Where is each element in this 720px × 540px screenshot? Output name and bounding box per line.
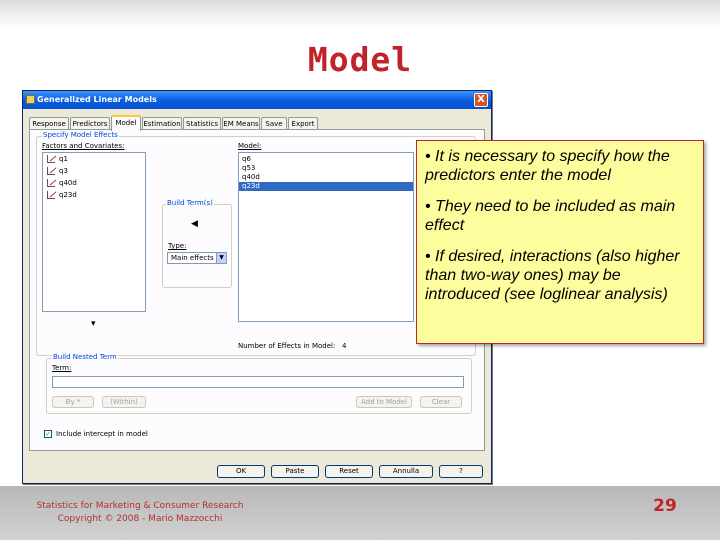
dialog-title: Generalized Linear Models — [37, 95, 157, 104]
add-to-model-button[interactable]: Add to Model — [356, 396, 412, 408]
reset-button[interactable]: Reset — [325, 465, 373, 478]
list-item[interactable]: q3 — [43, 165, 145, 177]
by-button[interactable]: By * — [52, 396, 94, 408]
factors-list[interactable]: q1 q3 q40d q23d — [42, 152, 146, 312]
scale-variable-icon — [47, 155, 55, 163]
list-item[interactable]: q1 — [43, 153, 145, 165]
list-item[interactable]: q53 — [239, 164, 413, 173]
factors-label: Factors and Covariates: — [42, 142, 125, 150]
list-item-selected[interactable]: q23d — [239, 182, 413, 191]
scale-variable-icon — [47, 191, 55, 199]
list-item[interactable]: q40d — [239, 173, 413, 182]
type-select[interactable]: Main effects ▼ — [167, 252, 227, 264]
footer-line-1: Statistics for Marketing & Consumer Rese… — [36, 501, 244, 511]
type-label: Type: — [168, 242, 187, 250]
term-input[interactable] — [52, 376, 464, 388]
page-number: 29 — [653, 496, 677, 516]
chevron-down-icon[interactable]: ▼ — [216, 253, 226, 263]
dialog-titlebar[interactable]: Generalized Linear Models — [23, 91, 491, 109]
within-button[interactable]: (Within) — [102, 396, 146, 408]
explanation-callout: • It is necessary to specify how the pre… — [416, 140, 704, 344]
footer-line-2: Copyright © 2008 - Mario Mazzocchi — [57, 514, 223, 524]
scale-variable-icon — [47, 179, 55, 187]
cancel-button[interactable]: Annulla — [379, 465, 433, 478]
callout-bullet: • If desired, interactions (also higher … — [425, 248, 680, 303]
more-down-arrow-icon: ▾ — [91, 319, 96, 329]
build-terms-label: Build Term(s) — [166, 199, 214, 207]
ok-button[interactable]: OK — [217, 465, 265, 478]
footer-credits: Statistics for Marketing & Consumer Rese… — [20, 500, 260, 526]
tab-model[interactable]: Model — [111, 115, 141, 131]
specify-model-effects-label: Specify Model Effects — [42, 131, 119, 139]
effects-count-value: 4 — [342, 342, 347, 350]
list-item[interactable]: q23d — [43, 189, 145, 201]
slide-title: Model — [307, 40, 413, 79]
include-intercept-checkbox[interactable]: ✓ — [44, 430, 52, 438]
list-item[interactable]: q40d — [43, 177, 145, 189]
callout-bullet: • They need to be included as main effec… — [425, 198, 676, 234]
close-button[interactable]: X — [474, 93, 488, 107]
list-item[interactable]: q6 — [239, 155, 413, 164]
model-label: Model: — [238, 142, 262, 150]
move-to-model-arrow-button[interactable]: ◀ — [191, 220, 198, 229]
type-select-value: Main effects — [171, 254, 214, 262]
clear-button[interactable]: Clear — [420, 396, 462, 408]
scale-variable-icon — [47, 167, 55, 175]
help-button[interactable]: ? — [439, 465, 483, 478]
term-label: Term: — [52, 364, 72, 372]
app-icon — [26, 95, 35, 104]
paste-button[interactable]: Paste — [271, 465, 319, 478]
model-list[interactable]: q6 q53 q40d q23d — [238, 152, 414, 322]
tab-bar: Response Predictors Model Estimation Sta… — [29, 115, 489, 131]
build-nested-term-label: Build Nested Term — [52, 353, 118, 361]
callout-bullet: • It is necessary to specify how the pre… — [425, 148, 670, 184]
effects-count-label: Number of Effects in Model: — [238, 342, 336, 350]
slide-top-band — [0, 0, 720, 30]
include-intercept-label: Include intercept in model — [56, 430, 148, 438]
